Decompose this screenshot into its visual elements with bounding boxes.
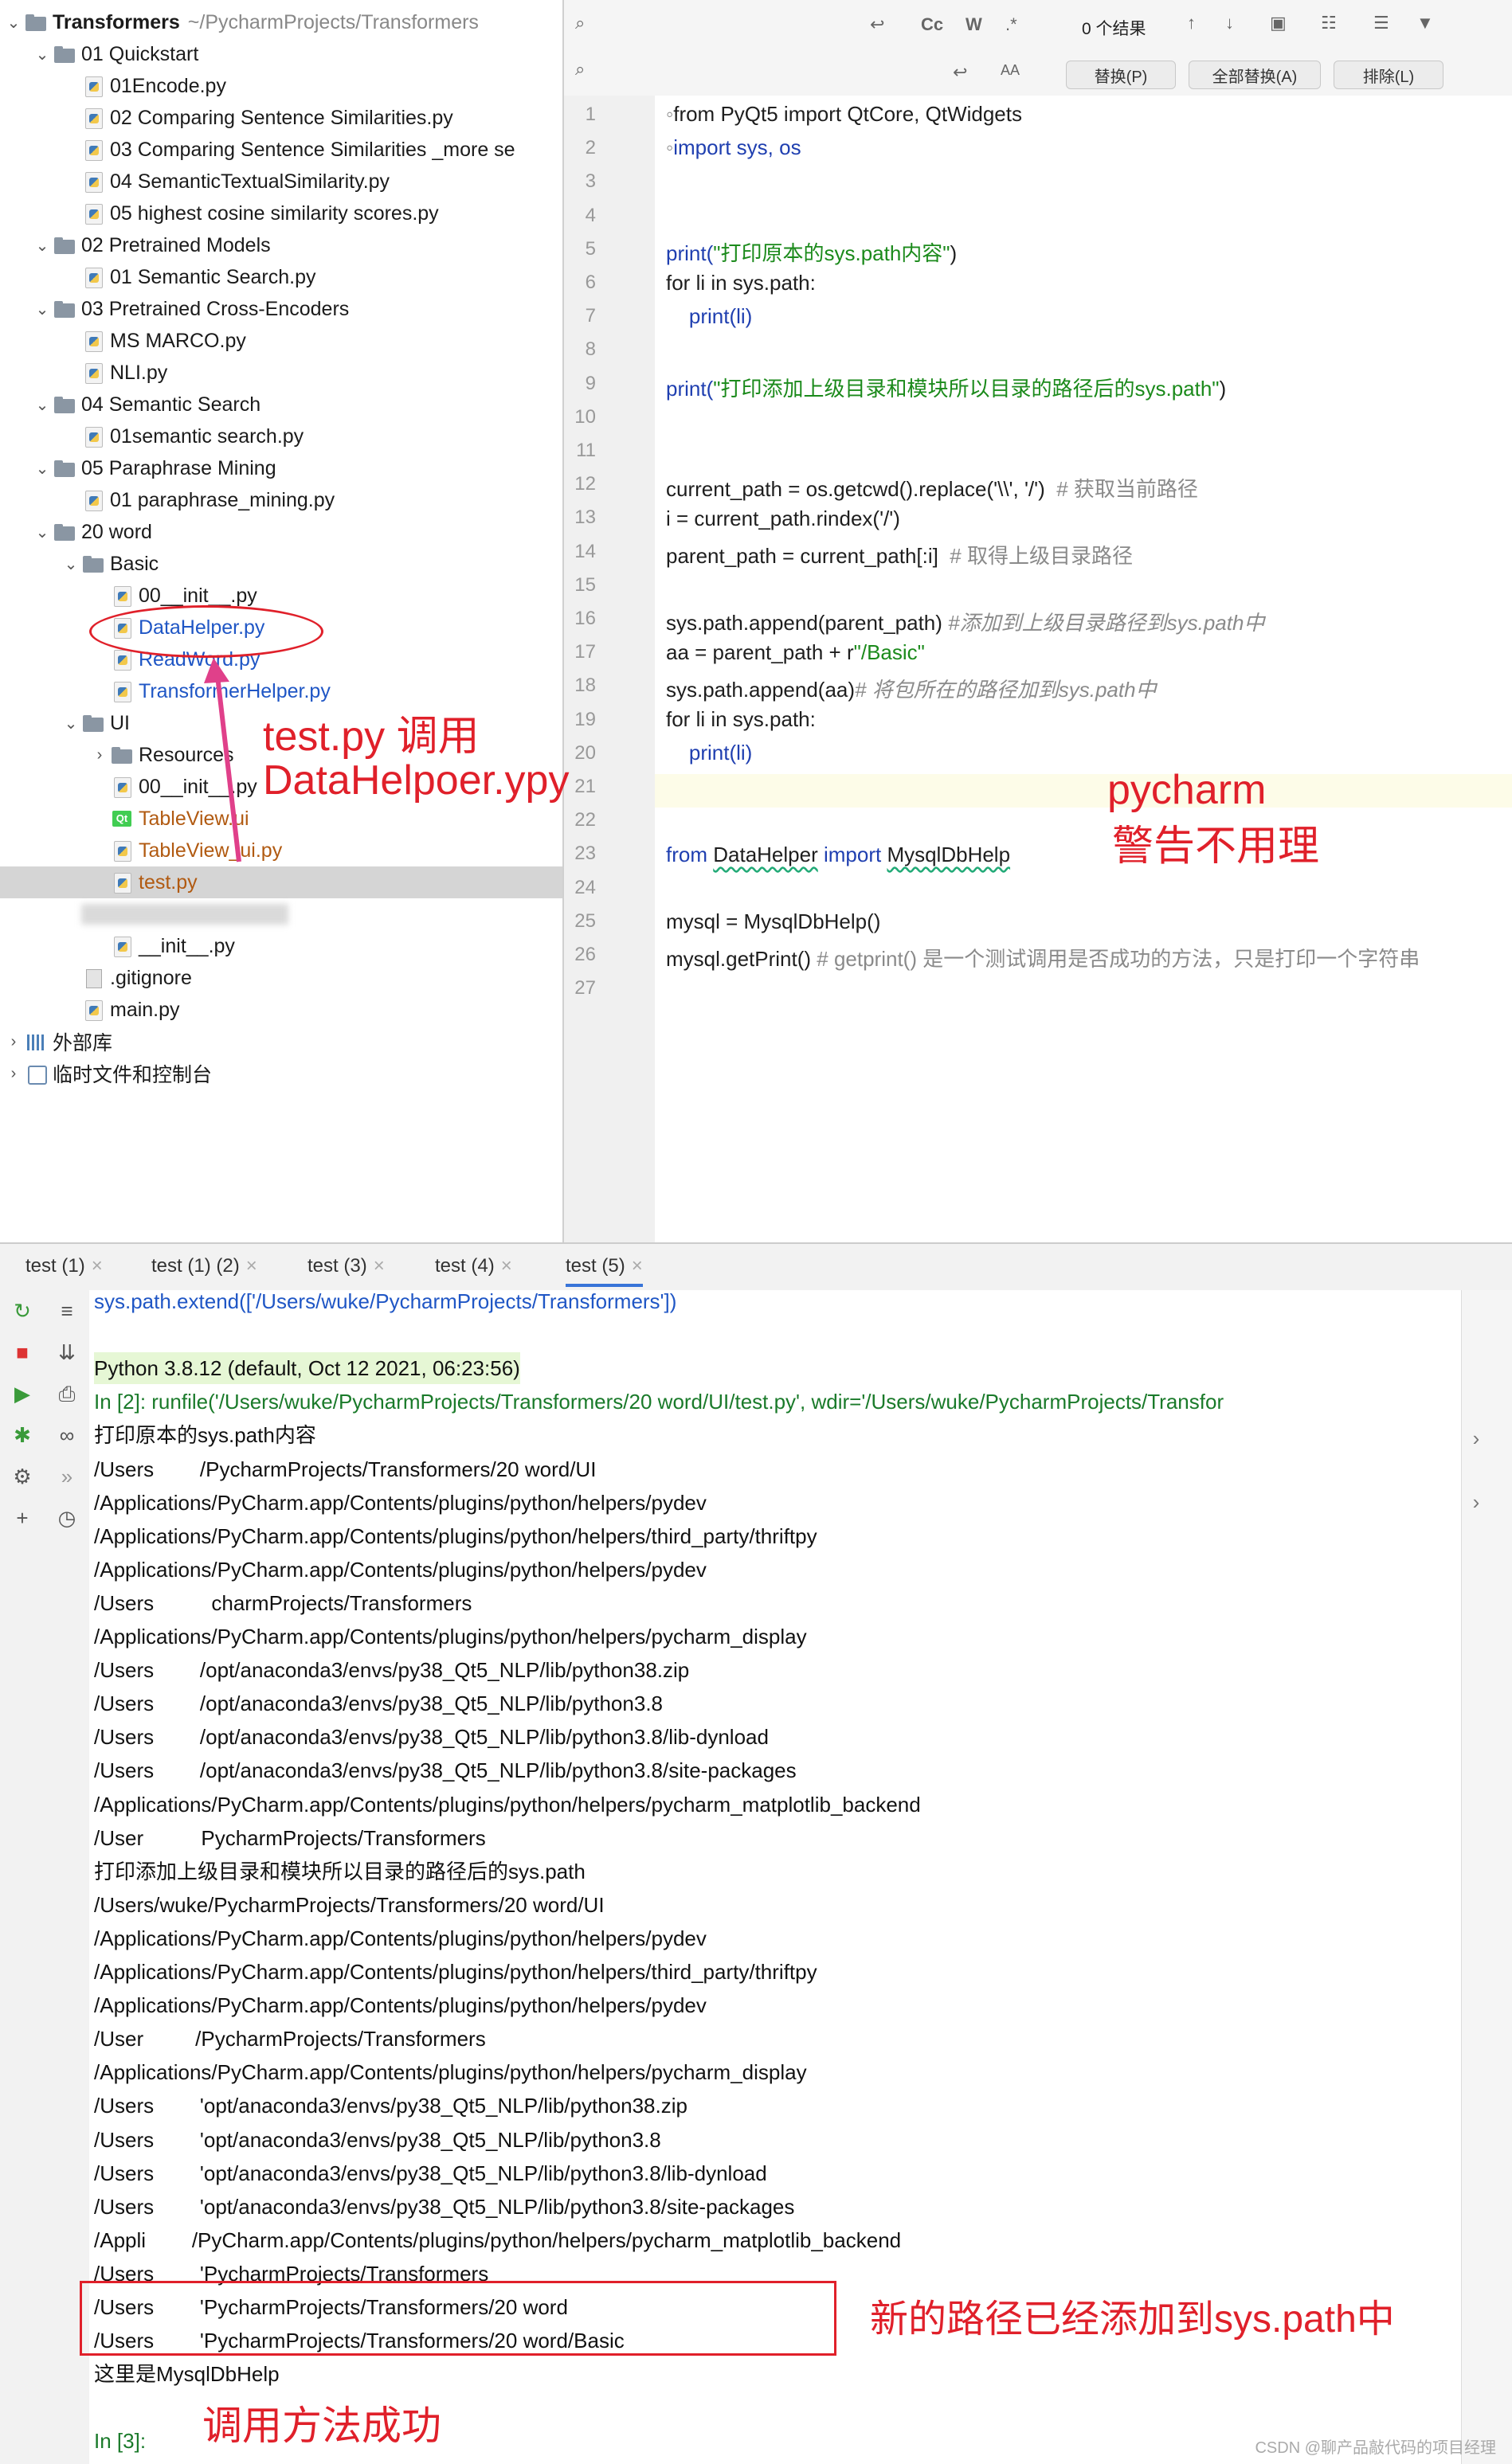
- annotation-call-success: 调用方法成功: [202, 2403, 441, 2448]
- annotation-path-added: 新的路径已经添加到sys.path中: [870, 2298, 1395, 2341]
- annotation-warning-ignore: 警告不用理: [1112, 823, 1320, 870]
- annotation-datahelper: DataHelpoer.ypy: [263, 757, 570, 804]
- annotation-arrow: [204, 658, 241, 862]
- watermark: CSDN @聊产品敲代码的项目经理: [1255, 2439, 1496, 2457]
- annotation-test-calls: test.py 调用: [263, 714, 480, 760]
- annotation-pycharm: pycharm: [1107, 767, 1267, 813]
- new-paths-highlight-box: [80, 2281, 836, 2356]
